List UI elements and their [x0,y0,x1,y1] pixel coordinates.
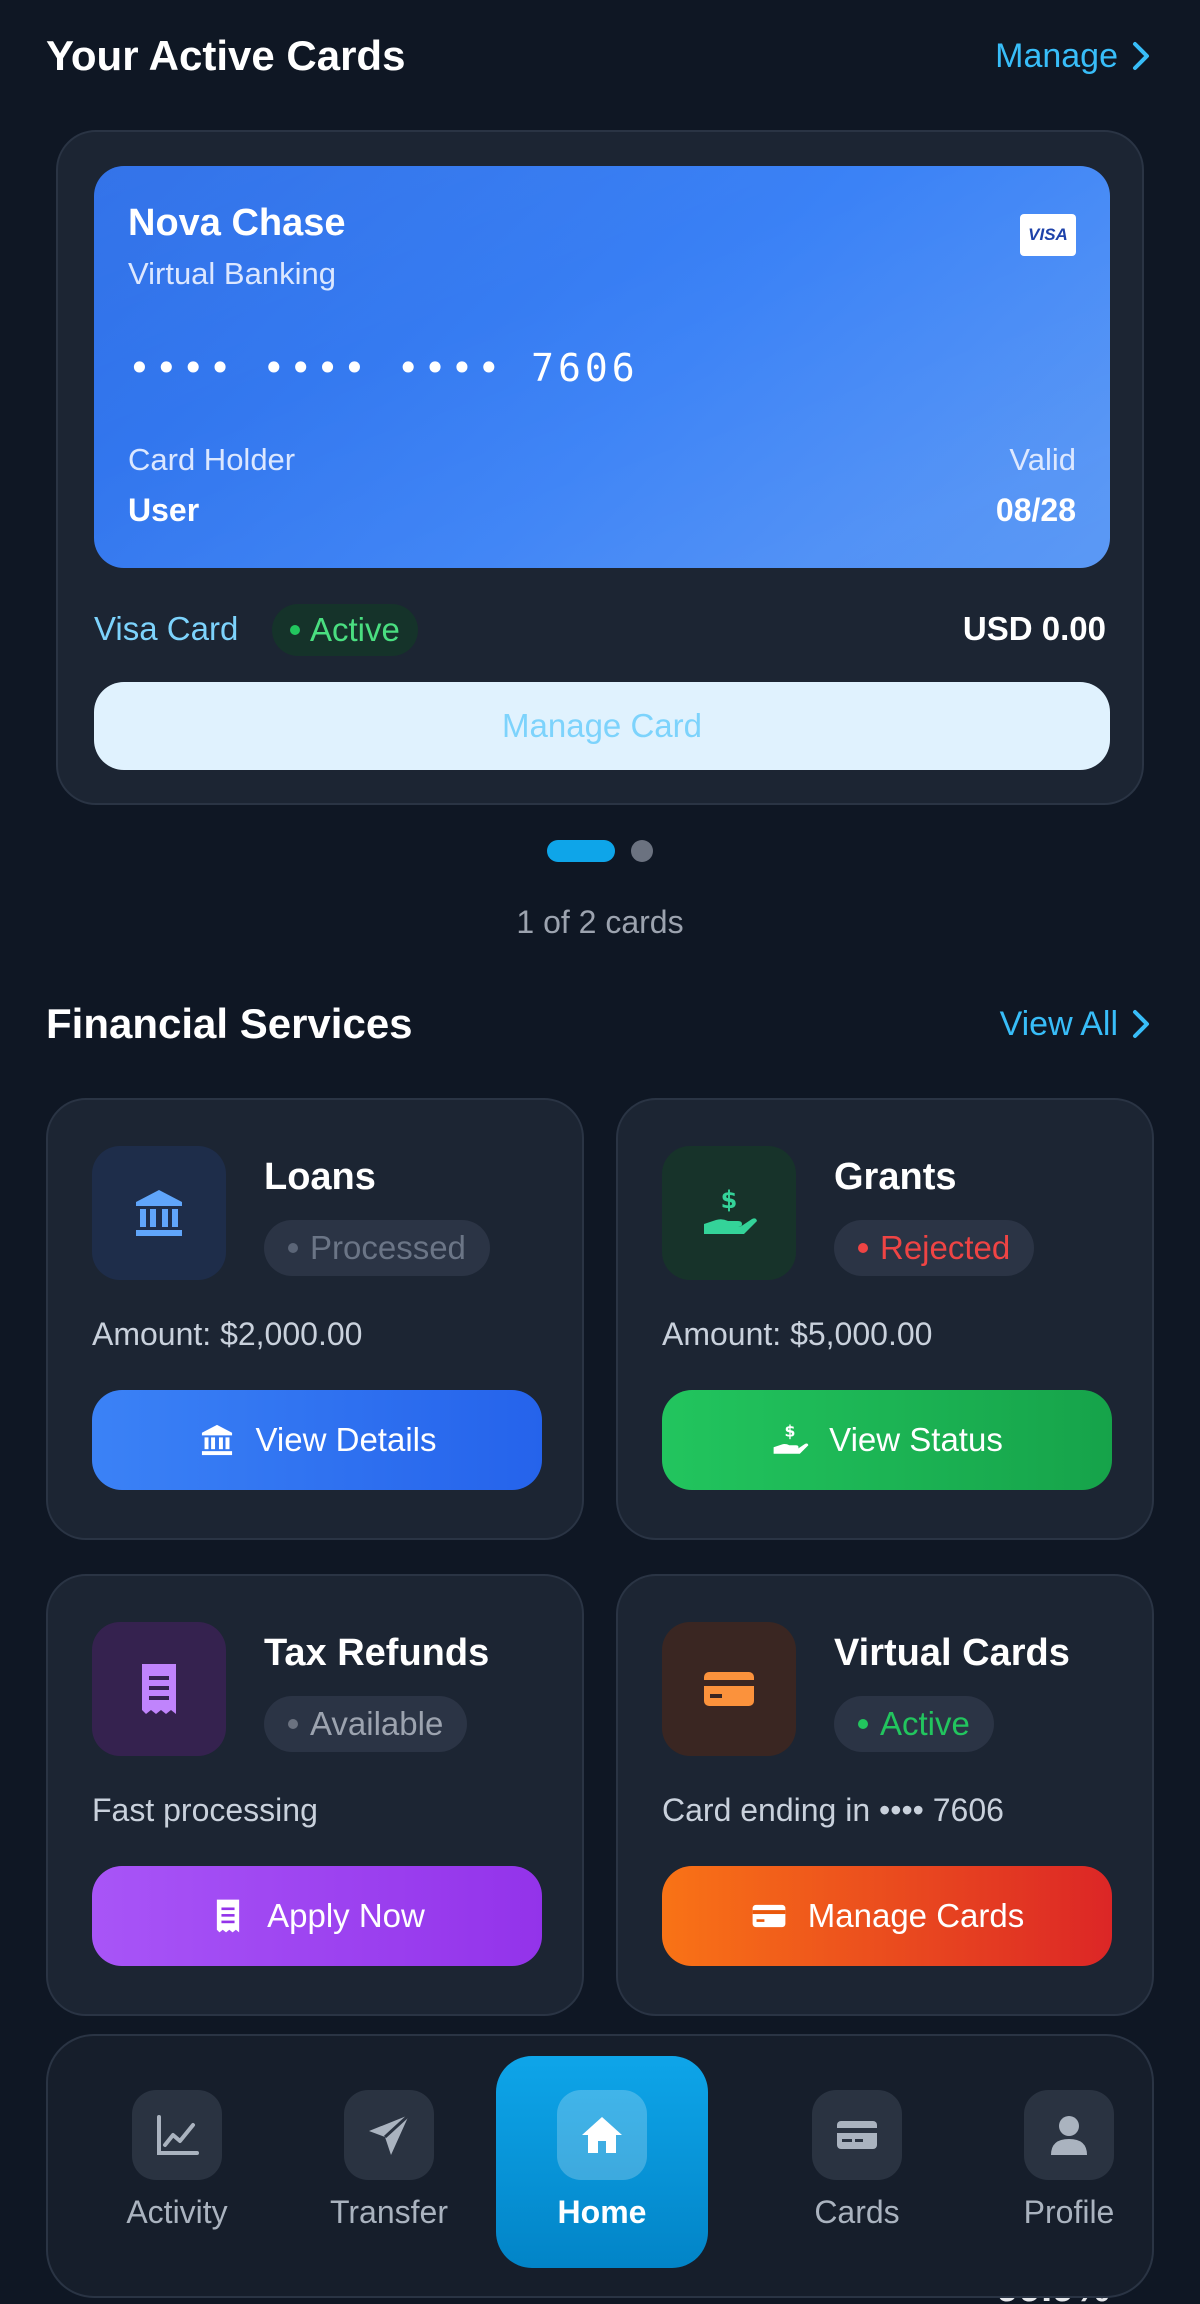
chevron-right-icon [1133,42,1149,70]
card-type: Visa Card [94,610,239,647]
credit-card-icon [752,1904,786,1928]
receipt-icon [92,1622,226,1756]
visa-logo: VISA [1020,214,1076,256]
nav-home[interactable]: Home [496,2056,708,2268]
button-label: View Status [829,1421,1003,1458]
service-tile-grants: $ Grants Rejected Amount: $5,000.00 $ Vi… [616,1098,1154,1540]
button-label: Apply Now [267,1897,425,1934]
status-badge: Available [264,1696,468,1752]
status-badge: Active [272,604,418,656]
nav-label: Activity [126,2194,228,2230]
valid-label: Valid [1009,442,1076,477]
active-cards-header: Your Active Cards Manage [46,32,1154,80]
view-all-link[interactable]: View All [1000,1005,1154,1044]
view-details-button[interactable]: View Details [92,1390,542,1490]
svg-text:$: $ [785,1422,796,1441]
user-icon [1024,2090,1114,2180]
status-text: Rejected [880,1229,1011,1266]
bank-name: Nova Chase [128,202,346,244]
status-text: Active [880,1705,970,1742]
status-badge: Rejected [834,1220,1035,1276]
button-label: Manage Cards [807,1897,1025,1934]
valid-value: 08/28 [995,492,1076,528]
home-icon [557,2090,647,2180]
card-number: •••• •••• •••• 7606 [128,346,639,390]
button-label: View Details [255,1421,437,1458]
receipt-icon [216,1899,240,1933]
tile-title: Grants [834,1156,957,1198]
card-icon [812,2090,902,2180]
service-tile-tax-refunds: Tax Refunds Available Fast processing Ap… [46,1574,584,2016]
section-title: Financial Services [46,1000,413,1047]
tile-description: Card ending in •••• 7606 [662,1792,1004,1828]
status-dot [858,1243,868,1253]
section-title: Your Active Cards [46,32,406,79]
bank-icon [201,1424,232,1456]
service-tile-virtual-cards: Virtual Cards Active Card ending in ••••… [616,1574,1154,2016]
view-status-button[interactable]: $ View Status [662,1390,1112,1490]
bottom-nav: Activity Transfer Home Cards Profile [46,2034,1154,2298]
view-all-label: View All [999,1004,1118,1043]
hand-dollar-icon: $ [773,1422,809,1454]
status-text: Active [310,611,400,648]
tile-amount: Amount: $2,000.00 [92,1316,363,1352]
nav-transfer[interactable]: Transfer [314,2090,464,2231]
tile-title: Loans [264,1156,376,1198]
bank-icon [92,1146,226,1280]
status-text: Processed [310,1229,466,1266]
status-dot [288,1243,298,1253]
bank-subtitle: Virtual Banking [128,256,336,291]
manage-link[interactable]: Manage [995,37,1154,76]
tile-title: Virtual Cards [834,1632,1070,1674]
status-badge: Active [834,1696,994,1752]
status-text: Available [310,1705,444,1742]
manage-cards-button[interactable]: Manage Cards [662,1866,1112,1966]
credit-card-icon [662,1622,796,1756]
status-dot [858,1719,868,1729]
card-holder-value: User [128,492,200,528]
chevron-right-icon [1133,1010,1149,1038]
send-icon [344,2090,434,2180]
card-balance: USD 0.00 [962,610,1106,647]
pager-dot[interactable] [631,840,653,862]
apply-now-button[interactable]: Apply Now [92,1866,542,1966]
chart-icon [132,2090,222,2180]
financial-services-header: Financial Services View All [46,1000,1154,1048]
service-tile-loans: Loans Processed Amount: $2,000.00 View D… [46,1098,584,1540]
manage-link-label: Manage [995,36,1118,75]
nav-label: Home [557,2194,647,2230]
pager-text: 1 of 2 cards [516,904,684,940]
status-dot [288,1719,298,1729]
svg-text:$: $ [721,1186,738,1214]
tile-amount: Amount: $5,000.00 [662,1316,933,1352]
pager-dot-active[interactable] [547,840,615,862]
hand-dollar-icon: $ [662,1146,796,1280]
nav-label: Cards [814,2194,900,2230]
status-dot [290,625,300,635]
manage-card-button[interactable]: Manage Card [94,682,1110,770]
status-badge: Processed [264,1220,490,1276]
card-holder-label: Card Holder [128,442,296,477]
nav-label: Transfer [330,2194,448,2230]
active-card-panel: Nova Chase Virtual Banking VISA •••• •••… [56,130,1144,805]
bank-card[interactable]: Nova Chase Virtual Banking VISA •••• •••… [94,166,1110,568]
nav-profile[interactable]: Profile [994,2090,1144,2231]
card-pager [0,840,1200,862]
nav-label: Profile [1023,2194,1115,2230]
nav-cards[interactable]: Cards [782,2090,932,2231]
tile-description: Fast processing [92,1792,318,1828]
nav-activity[interactable]: Activity [102,2090,252,2231]
tile-title: Tax Refunds [264,1632,490,1674]
